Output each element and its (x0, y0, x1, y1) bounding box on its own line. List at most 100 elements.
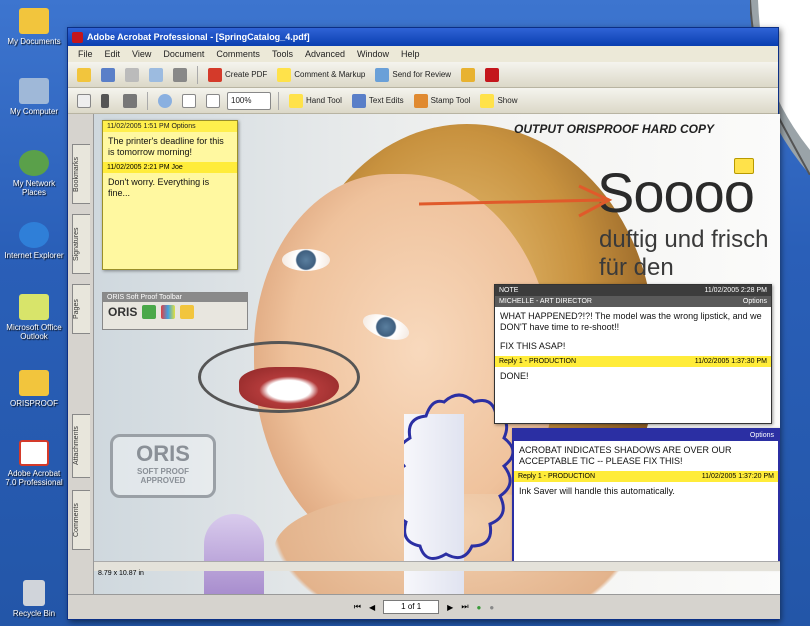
comment-reply-text[interactable]: DONE! (495, 367, 771, 386)
tab-pages[interactable]: Pages (72, 284, 90, 334)
comment-reply-text[interactable]: Don't worry. Everything is fine... (103, 173, 237, 203)
print-button[interactable] (122, 66, 142, 84)
comment-options[interactable]: Options (750, 432, 774, 439)
search-button[interactable] (170, 66, 190, 84)
acrobat-glyph-icon (19, 440, 49, 466)
comment-text-2[interactable]: FIX THIS ASAP! (495, 337, 771, 356)
comment-markup-button[interactable]: Comment & Markup (274, 66, 368, 84)
toolbar-separator (278, 91, 279, 110)
comment-type: NOTE (499, 287, 519, 294)
comment-author-bar: MICHELLE - ART DIRECTOR Options (495, 296, 771, 307)
comment-text[interactable]: ACROBAT INDICATES SHADOWS ARE OVER OUR A… (514, 441, 778, 471)
last-page-icon[interactable]: ⏭ (461, 602, 468, 612)
reply-date: 11/02/2005 2:21 PM Joe (107, 164, 183, 171)
sticky-note-icon[interactable] (734, 158, 754, 174)
tab-attachments[interactable]: Attachments (72, 414, 90, 478)
document-page[interactable]: OUTPUT ORISPROOF HARD COPY Soooo duftig … (94, 114, 780, 596)
stamp-tool-button[interactable]: Stamp Tool (411, 92, 474, 110)
outlook-icon[interactable]: Microsoft Office Outlook (2, 294, 66, 341)
headline: Soooo (597, 161, 755, 224)
tab-signatures[interactable]: Signatures (72, 214, 90, 274)
hand-tool-button[interactable] (74, 92, 94, 110)
menu-file[interactable]: File (72, 49, 99, 59)
oval-annotation[interactable] (198, 341, 360, 413)
hand-tool-text-button[interactable]: Hand Tool (286, 92, 345, 110)
desktop-icon-label: Adobe Acrobat 7.0 Professional (5, 469, 63, 487)
user-icon[interactable] (180, 305, 195, 319)
pen-icon (485, 67, 500, 82)
folder-icon (19, 370, 49, 396)
actual-size-button[interactable] (179, 92, 199, 110)
menu-tools[interactable]: Tools (266, 49, 299, 59)
my-computer-icon[interactable]: My Computer (2, 78, 66, 116)
go-forward-icon[interactable]: ● (489, 603, 494, 612)
color-profile-icon[interactable] (161, 305, 176, 319)
computer-icon (19, 78, 49, 104)
comment-markup-label: Comment & Markup (294, 70, 366, 79)
stamp-line-3: APPROVED (140, 476, 186, 485)
comment-popup-deadline[interactable]: 11/02/2005 1:51 PM Options The printer's… (102, 120, 238, 270)
internet-explorer-icon[interactable]: Internet Explorer (2, 222, 66, 260)
menu-advanced[interactable]: Advanced (299, 49, 351, 59)
tab-comments[interactable]: Comments (72, 490, 90, 550)
fit-page-button[interactable] (203, 92, 223, 110)
note-tool-icon (289, 93, 303, 108)
secure-button[interactable] (458, 66, 478, 84)
binoculars-icon (173, 67, 187, 82)
horizontal-scrollbar[interactable]: 8.79 x 10.87 in (94, 561, 780, 577)
orisproof-folder-icon[interactable]: ORISPROOF (2, 370, 66, 408)
next-page-icon[interactable]: ▶ (447, 603, 453, 612)
select-tool-button[interactable] (98, 92, 116, 110)
perfume-bottle (204, 514, 264, 596)
title-bar[interactable]: Adobe Acrobat Professional - [SpringCata… (68, 28, 778, 46)
stamp-tool-label: Stamp Tool (430, 96, 471, 105)
comment-popup-shadows[interactable]: Options ACROBAT INDICATES SHADOWS ARE OV… (512, 428, 780, 568)
send-for-review-button[interactable]: Send for Review (372, 66, 454, 84)
sign-button[interactable] (482, 66, 502, 84)
first-page-icon[interactable]: ⏮ (354, 602, 361, 612)
email-button[interactable] (146, 66, 166, 84)
comment-text[interactable]: The printer's deadline for this is tomor… (103, 132, 237, 162)
page-number-field[interactable]: 1 of 1 (383, 600, 440, 614)
comment-options[interactable]: Options (743, 298, 767, 305)
tab-bookmarks[interactable]: Bookmarks (72, 144, 90, 204)
comment-reply-text[interactable]: Ink Saver will handle this automatically… (514, 482, 778, 501)
comment-popup-art-director[interactable]: NOTE 11/02/2005 2:28 PM MICHELLE - ART D… (494, 284, 772, 424)
menu-document[interactable]: Document (157, 49, 210, 59)
zoom-value: 100% (231, 96, 252, 105)
create-pdf-button[interactable]: Create PDF (205, 66, 270, 84)
my-documents-icon[interactable]: My Documents (2, 8, 66, 46)
globe-icon (19, 150, 49, 176)
desktop-icon-label: My Computer (9, 107, 58, 116)
reply-date: 11/02/2005 1:37:30 PM (694, 358, 767, 365)
show-button[interactable]: Show (477, 92, 520, 110)
text-edits-button[interactable]: Text Edits (349, 92, 407, 110)
acrobat-icon[interactable]: Adobe Acrobat 7.0 Professional (2, 440, 66, 487)
send-review-icon (375, 67, 390, 82)
show-icon (480, 93, 495, 108)
zoom-in-button[interactable] (155, 92, 175, 110)
network-places-icon[interactable]: My Network Places (2, 150, 66, 197)
recycle-bin-icon[interactable]: Recycle Bin (2, 580, 66, 618)
save-button[interactable] (98, 66, 118, 84)
send-review-label: Send for Review (392, 70, 452, 79)
snapshot-button[interactable] (120, 92, 140, 110)
comment-header: NOTE 11/02/2005 2:28 PM (495, 285, 771, 296)
checkmark-icon[interactable] (142, 305, 157, 319)
zoom-select[interactable]: 100% (227, 91, 271, 110)
open-button[interactable] (74, 66, 94, 84)
previous-page-icon[interactable]: ◀ (369, 603, 375, 612)
menu-view[interactable]: View (126, 49, 157, 59)
comment-date: 11/02/2005 2:28 PM (704, 287, 767, 294)
menu-edit[interactable]: Edit (99, 49, 127, 59)
comment-icon (277, 67, 292, 82)
go-back-icon[interactable]: ● (477, 603, 482, 612)
approved-stamp[interactable]: ORIS SOFT PROOF APPROVED (110, 434, 216, 498)
ie-icon (19, 222, 49, 248)
page-icon (182, 93, 196, 108)
menu-help[interactable]: Help (395, 49, 426, 59)
arrow-annotation[interactable] (419, 182, 619, 222)
comment-text[interactable]: WHAT HAPPENED?!?! The model was the wron… (495, 307, 771, 337)
menu-comments[interactable]: Comments (210, 49, 266, 59)
menu-window[interactable]: Window (351, 49, 395, 59)
